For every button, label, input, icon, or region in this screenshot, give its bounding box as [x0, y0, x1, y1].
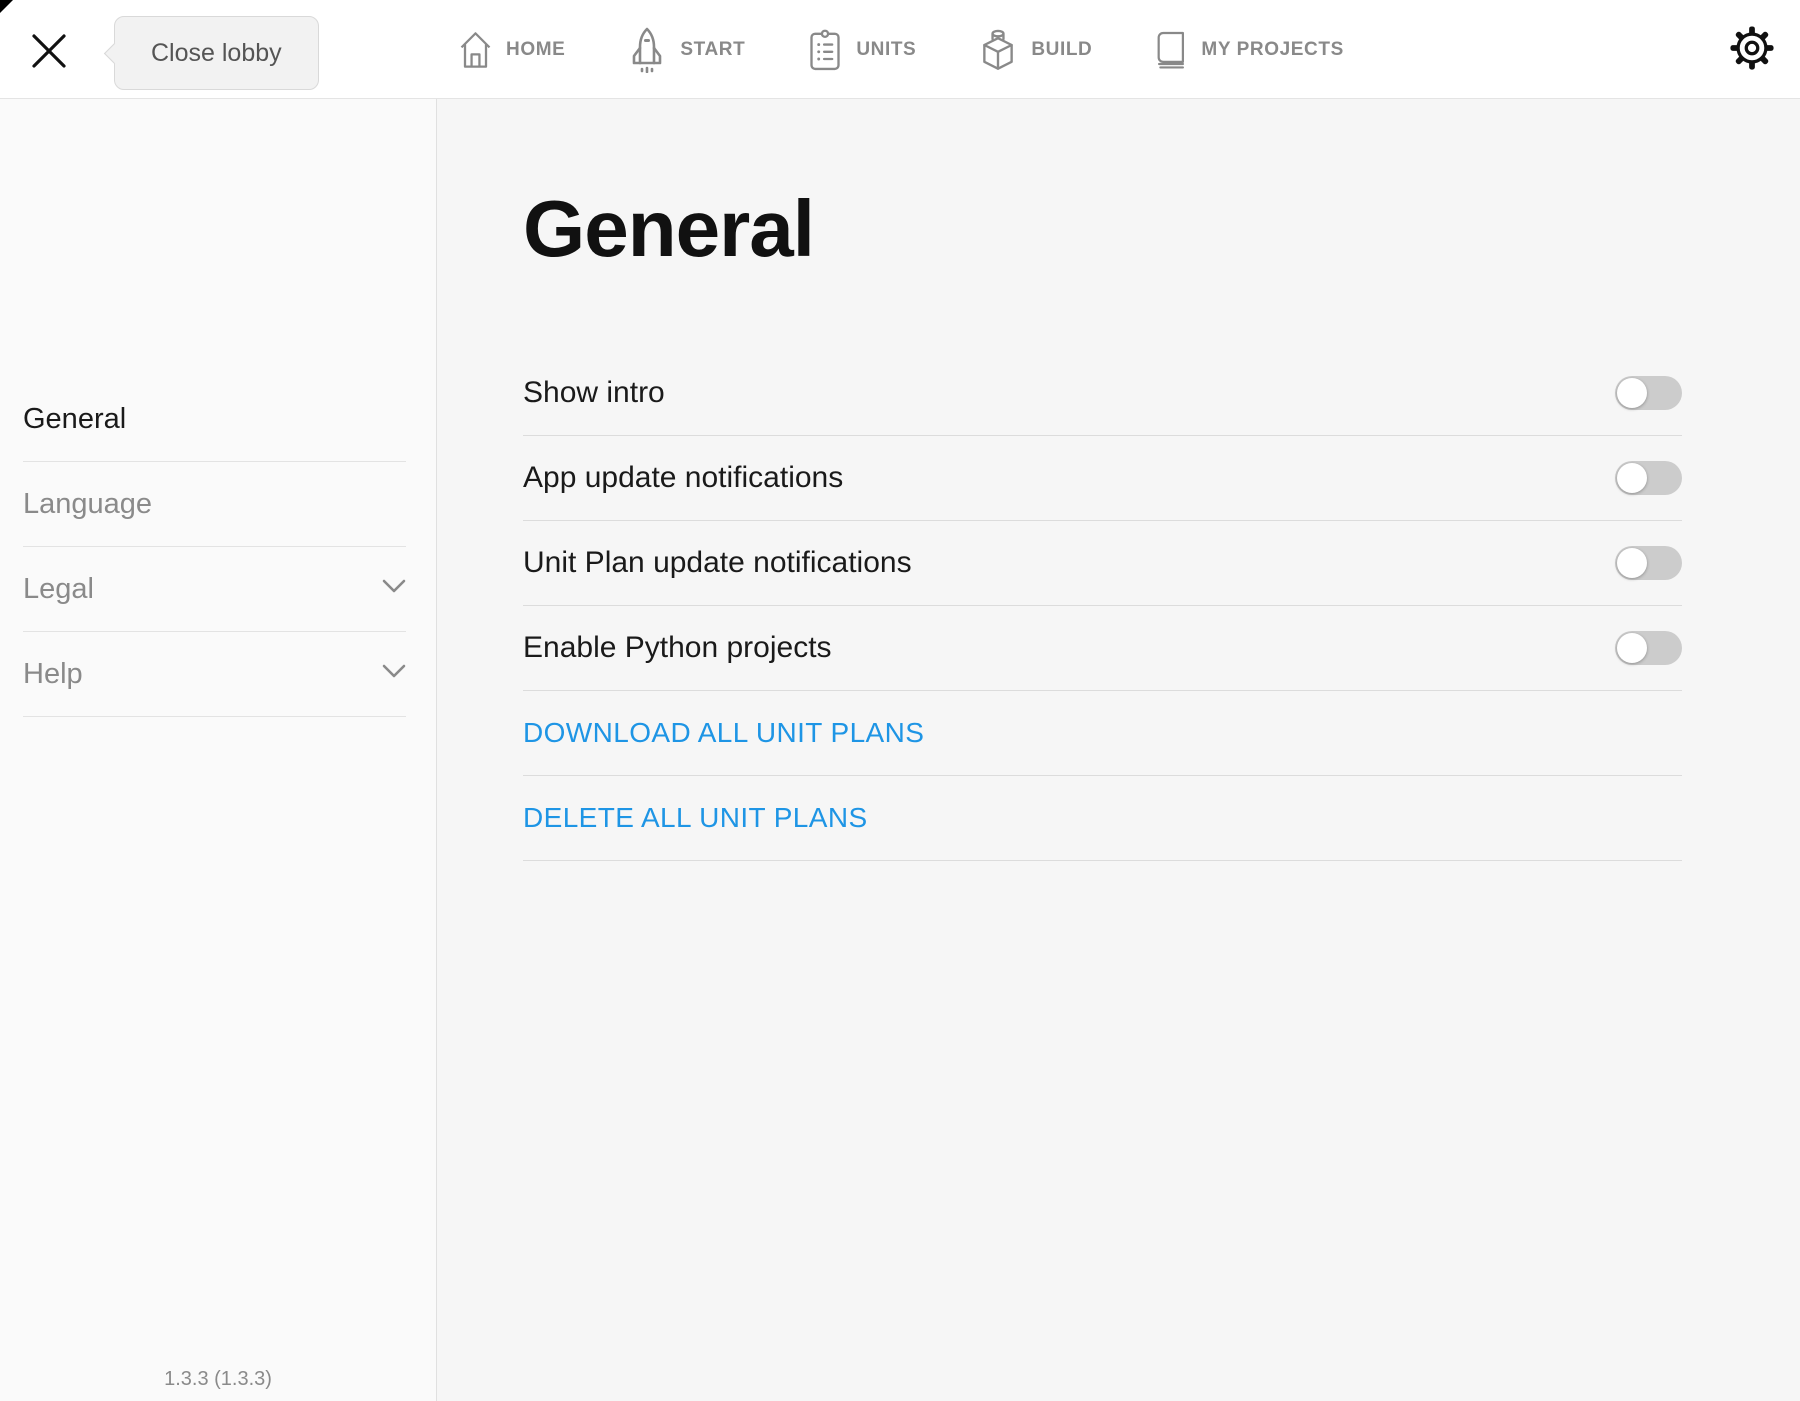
nav-item-my-projects[interactable]: MY PROJECTS	[1154, 27, 1343, 73]
gear-icon	[1729, 25, 1775, 74]
settings-main-panel: General Show intro App update notificati…	[437, 99, 1800, 1401]
show-intro-toggle[interactable]	[1615, 376, 1682, 410]
nav-item-home[interactable]: HOME	[458, 29, 565, 71]
brick-icon	[978, 27, 1018, 73]
clipboard-icon	[807, 27, 843, 73]
main-nav: HOME START	[458, 0, 1344, 99]
link-row-delete-all-unit-plans: DELETE ALL UNIT PLANS	[523, 776, 1682, 861]
top-bar: Close lobby HOME	[0, 0, 1800, 99]
tooltip-notch	[104, 42, 125, 63]
nav-label: START	[680, 39, 745, 61]
toggle-knob	[1617, 378, 1647, 408]
setting-label: Show intro	[523, 376, 665, 410]
settings-list: Show intro App update notifications Unit…	[523, 351, 1682, 861]
nav-item-build[interactable]: BUILD	[978, 27, 1092, 73]
sidebar-item-language[interactable]: Language	[23, 462, 406, 547]
tooltip-label: Close lobby	[151, 39, 282, 68]
toggle-knob	[1617, 548, 1647, 578]
setting-label: Enable Python projects	[523, 631, 832, 665]
app-version: 1.3.3 (1.3.3)	[0, 1368, 436, 1391]
nav-label: UNITS	[856, 39, 916, 61]
link-row-download-all-unit-plans: DOWNLOAD ALL UNIT PLANS	[523, 691, 1682, 776]
close-lobby-button[interactable]	[28, 31, 70, 73]
toggle-knob	[1617, 463, 1647, 493]
sidebar-item-label: General	[23, 403, 126, 436]
close-lobby-tooltip[interactable]: Close lobby	[114, 16, 319, 90]
rocket-icon	[627, 27, 667, 73]
page-title: General	[523, 189, 1682, 269]
setting-row-show-intro: Show intro	[523, 351, 1682, 436]
sidebar-item-general[interactable]: General	[23, 377, 406, 462]
setting-row-enable-python-projects: Enable Python projects	[523, 606, 1682, 691]
sidebar-menu: General Language Legal Help	[0, 377, 436, 717]
chevron-down-icon	[382, 664, 406, 684]
setting-label: App update notifications	[523, 461, 843, 495]
close-icon	[30, 32, 68, 73]
sidebar-item-label: Help	[23, 658, 83, 691]
sidebar-item-label: Language	[23, 488, 152, 521]
app-update-notifications-toggle[interactable]	[1615, 461, 1682, 495]
sidebar-item-label: Legal	[23, 573, 94, 606]
nav-item-start[interactable]: START	[627, 27, 745, 73]
chevron-down-icon	[382, 579, 406, 599]
unit-plan-update-notifications-toggle[interactable]	[1615, 546, 1682, 580]
nav-label: MY PROJECTS	[1201, 39, 1343, 61]
settings-button[interactable]	[1727, 24, 1777, 74]
setting-row-unit-plan-update-notifications: Unit Plan update notifications	[523, 521, 1682, 606]
corner-mark	[0, 0, 13, 13]
nav-label: BUILD	[1031, 39, 1092, 61]
setting-label: Unit Plan update notifications	[523, 546, 912, 580]
book-icon	[1154, 27, 1188, 73]
nav-label: HOME	[506, 39, 565, 61]
delete-all-unit-plans-link[interactable]: DELETE ALL UNIT PLANS	[523, 802, 868, 834]
toggle-knob	[1617, 633, 1647, 663]
sidebar-item-help[interactable]: Help	[23, 632, 406, 717]
home-icon	[458, 29, 493, 71]
sidebar-item-legal[interactable]: Legal	[23, 547, 406, 632]
nav-item-units[interactable]: UNITS	[807, 27, 916, 73]
download-all-unit-plans-link[interactable]: DOWNLOAD ALL UNIT PLANS	[523, 717, 924, 749]
settings-sidebar: General Language Legal Help 1.3.3 (1.3.3…	[0, 99, 437, 1401]
setting-row-app-update-notifications: App update notifications	[523, 436, 1682, 521]
enable-python-projects-toggle[interactable]	[1615, 631, 1682, 665]
